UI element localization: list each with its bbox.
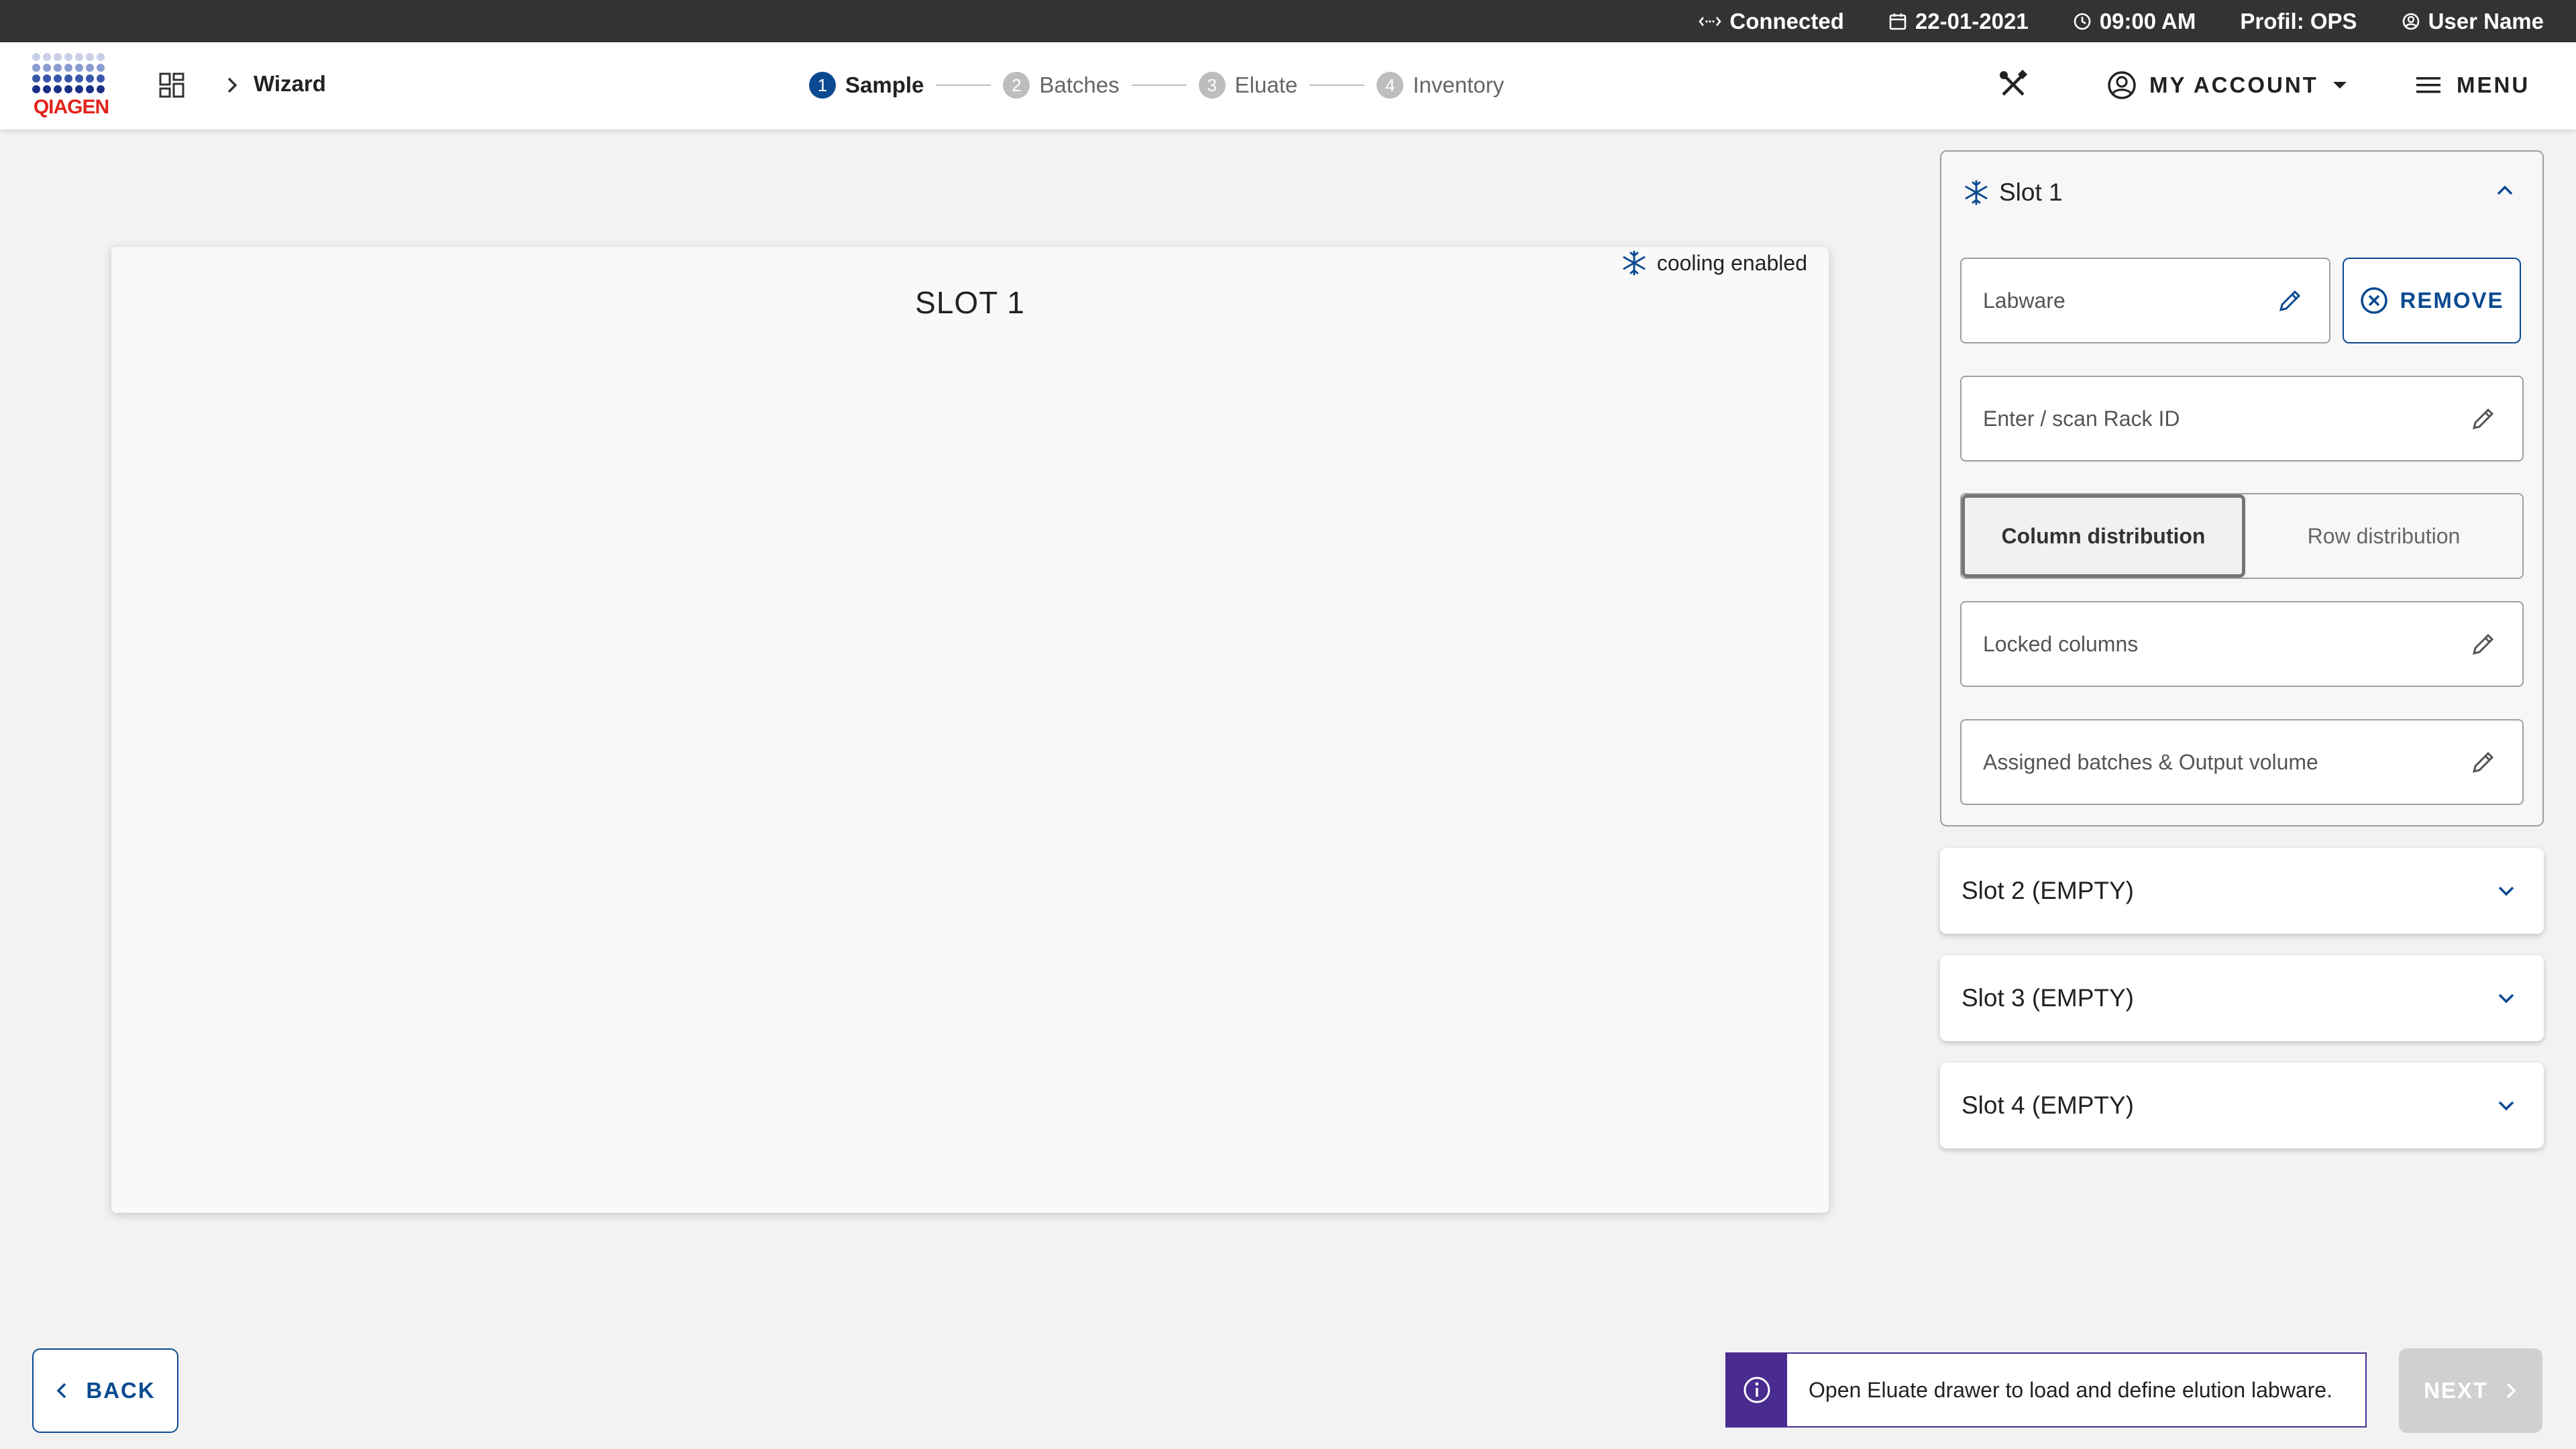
chevron-right-icon — [2506, 1383, 2516, 1399]
slot-view-card: cooling enabled SLOT 1 — [111, 247, 1829, 1213]
tools-icon[interactable] — [1998, 69, 2029, 100]
step-eluate[interactable]: 3 Eluate — [1198, 72, 1298, 99]
next-label: NEXT — [2423, 1378, 2488, 1403]
step-sample[interactable]: 1 Sample — [809, 72, 924, 99]
logo-text: QIAGEN — [33, 96, 109, 118]
connection-label: Connected — [1729, 8, 1844, 34]
step-connector — [1131, 85, 1187, 86]
connection-status: Connected — [1699, 9, 1844, 34]
slot-3-row[interactable]: Slot 3 (EMPTY) — [1940, 955, 2544, 1041]
back-label: BACK — [86, 1378, 156, 1403]
slot-1-panel-header[interactable]: Slot 1 — [1963, 178, 2063, 207]
step-batches[interactable]: 2 Batches — [1003, 72, 1120, 99]
distribution-toggle: Column distribution Row distribution — [1960, 493, 2524, 579]
time-label: 09:00 AM — [2099, 8, 2196, 34]
pencil-icon[interactable] — [2470, 631, 2497, 657]
step-label: Eluate — [1234, 72, 1298, 97]
row-distribution-option[interactable]: Row distribution — [2245, 494, 2522, 578]
chevron-down-icon — [2498, 1101, 2514, 1111]
slot-3-label: Slot 3 (EMPTY) — [1962, 984, 2134, 1012]
slot-title: SLOT 1 — [915, 285, 1025, 320]
account-label: MY ACCOUNT — [2149, 72, 2318, 97]
user-status[interactable]: User Name — [2402, 9, 2544, 34]
step-number: 3 — [1198, 72, 1226, 99]
step-connector — [1309, 85, 1365, 86]
app-header: QIAGEN Wizard 1 Sample 2 Batches 3 Eluat… — [0, 42, 2576, 129]
caret-down-icon — [2332, 82, 2347, 89]
back-button[interactable]: BACK — [32, 1348, 178, 1433]
menu-button[interactable]: MENU — [2415, 69, 2530, 101]
logo-dots-icon — [32, 53, 105, 93]
cooling-label: cooling enabled — [1656, 250, 1807, 275]
connection-arrows-icon — [1699, 16, 1722, 26]
info-message: Open Eluate drawer to load and define el… — [1809, 1377, 2332, 1402]
info-banner: Open Eluate drawer to load and define el… — [1725, 1352, 2367, 1428]
time-status: 09:00 AM — [2073, 9, 2196, 34]
assigned-batches-label: Assigned batches & Output volume — [1983, 749, 2318, 774]
panel-title: Slot 1 — [1999, 178, 2063, 206]
clock-icon — [2074, 13, 2091, 30]
column-distribution-option[interactable]: Column distribution — [1962, 494, 2245, 578]
date-label: 22-01-2021 — [1915, 8, 2029, 34]
account-circle-icon — [2108, 71, 2136, 99]
step-label: Batches — [1039, 72, 1120, 97]
profile-status: Profil: OPS — [2240, 9, 2357, 34]
slot-4-row[interactable]: Slot 4 (EMPTY) — [1940, 1063, 2544, 1148]
step-number: 2 — [1003, 72, 1030, 99]
info-icon — [1743, 1377, 1770, 1403]
rack-id-input[interactable]: Enter / scan Rack ID — [1960, 376, 2524, 462]
step-number: 1 — [809, 72, 836, 99]
slot-4-label: Slot 4 (EMPTY) — [1962, 1091, 2134, 1119]
locked-columns-label: Locked columns — [1983, 631, 2139, 656]
user-name-label: User Name — [2428, 8, 2544, 34]
assigned-batches-field[interactable]: Assigned batches & Output volume — [1960, 719, 2524, 805]
dashboard-grid-icon[interactable] — [158, 72, 185, 99]
info-banner-side — [1727, 1354, 1787, 1426]
snowflake-icon — [1623, 250, 1646, 276]
qiagen-logo: QIAGEN — [31, 52, 111, 119]
step-number: 4 — [1377, 72, 1404, 99]
next-button[interactable]: NEXT — [2399, 1348, 2542, 1433]
status-bar: Connected 22-01-2021 09:00 AM Profil: OP… — [0, 0, 2576, 42]
profile-label: Profil: OPS — [2240, 8, 2357, 34]
slot-2-row[interactable]: Slot 2 (EMPTY) — [1940, 848, 2544, 934]
chevron-left-icon — [56, 1383, 66, 1399]
chevron-down-icon — [2498, 886, 2514, 896]
step-inventory[interactable]: 4 Inventory — [1377, 72, 1504, 99]
pencil-icon[interactable] — [2470, 749, 2497, 775]
labware-field[interactable]: Labware — [1960, 258, 2330, 343]
cooling-indicator: cooling enabled — [1621, 250, 1807, 276]
chevron-down-icon — [2498, 994, 2514, 1004]
close-circle-icon — [2361, 287, 2388, 314]
step-label: Inventory — [1413, 72, 1504, 97]
remove-button[interactable]: REMOVE — [2343, 258, 2521, 343]
user-circle-icon — [2402, 13, 2419, 30]
calendar-icon — [1889, 13, 1907, 30]
wizard-stepper: 1 Sample 2 Batches 3 Eluate 4 Inventory — [809, 70, 1504, 100]
chevron-right-icon — [227, 77, 237, 93]
pencil-icon[interactable] — [2470, 405, 2497, 432]
chevron-up-icon[interactable] — [2494, 182, 2516, 199]
pencil-icon[interactable] — [2277, 287, 2304, 314]
rack-id-placeholder: Enter / scan Rack ID — [1983, 406, 2180, 431]
breadcrumb[interactable]: Wizard — [254, 71, 326, 97]
slot-2-label: Slot 2 (EMPTY) — [1962, 877, 2134, 904]
hamburger-menu-icon — [2416, 77, 2440, 93]
menu-label: MENU — [2457, 72, 2530, 97]
date-status: 22-01-2021 — [1888, 9, 2029, 34]
labware-label: Labware — [1983, 288, 2065, 313]
locked-columns-field[interactable]: Locked columns — [1960, 601, 2524, 687]
step-label: Sample — [845, 72, 924, 97]
my-account-button[interactable]: MY ACCOUNT — [2106, 69, 2348, 101]
remove-label: REMOVE — [2400, 288, 2504, 313]
snowflake-icon — [1965, 180, 1988, 205]
step-connector — [936, 85, 991, 86]
